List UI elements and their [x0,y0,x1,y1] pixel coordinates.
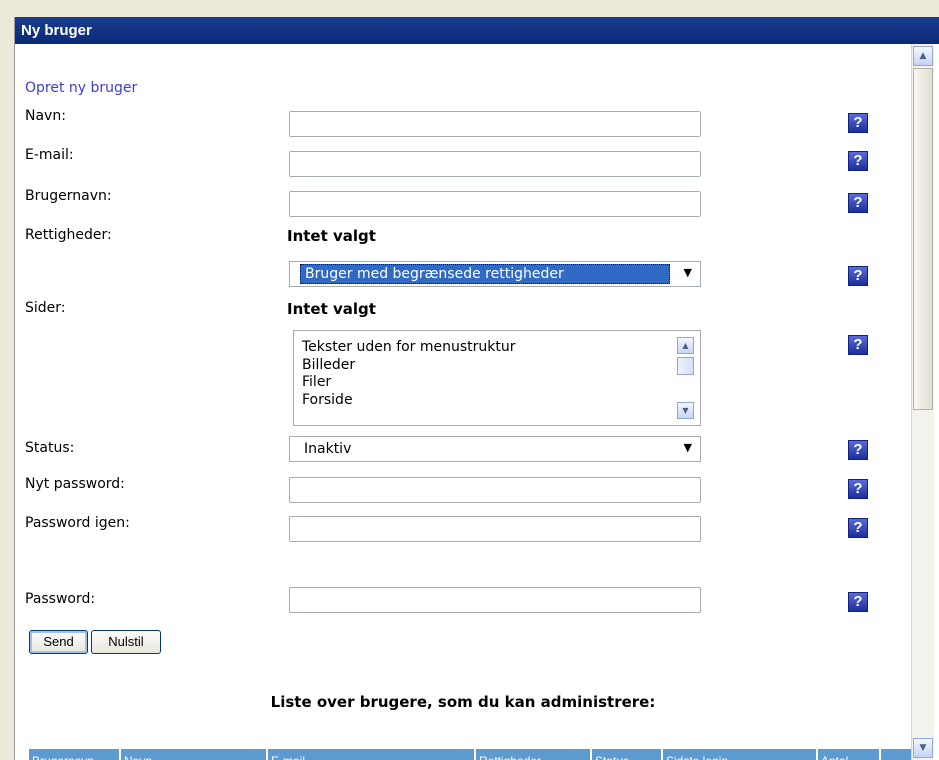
help-status-icon[interactable]: ? [848,440,868,460]
brugernavn-input[interactable] [289,191,701,217]
status-selected: Inaktiv [304,441,352,457]
help-password-icon[interactable]: ? [848,592,868,612]
dropdown-arrow-icon: ▼ [683,266,692,279]
col-antal[interactable]: Antal [818,749,881,760]
help-nyt-password-icon[interactable]: ? [848,479,868,499]
password-igen-label: Password igen: [25,515,130,531]
list-item[interactable]: Forside [302,392,353,409]
password-igen-input[interactable] [289,516,701,542]
scroll-down-icon[interactable]: ▼ [677,402,694,419]
nyt-password-label: Nyt password: [25,476,125,492]
brugernavn-label: Brugernavn: [25,188,112,204]
help-brugernavn-icon[interactable]: ? [848,193,868,213]
status-label: Status: [25,440,75,456]
password-label: Password: [25,591,96,607]
scroll-down-icon[interactable]: ▼ [913,738,933,758]
help-rettigheder-icon[interactable]: ? [848,266,868,286]
rettigheder-status: Intet valgt [287,227,376,245]
users-list-heading: Liste over brugere, som du kan administr… [270,693,656,711]
sider-status: Intet valgt [287,300,376,318]
navn-label: Navn: [25,108,66,124]
scroll-up-icon[interactable]: ▲ [913,46,933,66]
rettigheder-select[interactable]: Bruger med begrænsede rettigheder ▼ [289,261,701,287]
window: Ny bruger Opret ny bruger Navn: ? E-mail… [14,17,939,760]
help-navn-icon[interactable]: ? [848,113,868,133]
col-sidste-login[interactable]: Sidste login [663,749,818,760]
email-input[interactable] [289,151,701,177]
col-navn[interactable]: Navn [121,749,268,760]
list-item[interactable]: Billeder [302,357,355,374]
listbox-scroll-thumb[interactable] [677,357,694,375]
help-password-igen-icon[interactable]: ? [848,518,868,538]
listbox-scrollbar[interactable]: ▲ ▼ [677,337,694,419]
col-status[interactable]: Status [592,749,663,760]
send-button[interactable]: Send [29,630,88,654]
navn-input[interactable] [289,111,701,137]
sider-label: Sider: [25,300,66,316]
col-email[interactable]: E-mail [268,749,476,760]
users-table-header: Brugernavn Navn E-mail Rettigheder Statu… [29,749,911,760]
list-item[interactable]: Filer [302,374,331,391]
help-email-icon[interactable]: ? [848,151,868,171]
dropdown-arrow-icon: ▼ [683,441,692,454]
user-form: Opret ny bruger Navn: ? E-mail: ? Bruger… [15,44,911,760]
list-item[interactable]: Tekster uden for menustruktur [302,339,516,356]
nyt-password-input[interactable] [289,477,701,503]
col-brugernavn[interactable]: Brugernavn [29,749,121,760]
help-sider-icon[interactable]: ? [848,335,868,355]
col-rettigheder[interactable]: Rettigheder [476,749,592,760]
rettigheder-label: Rettigheder: [25,227,112,243]
form-subtitle: Opret ny bruger [25,80,138,96]
window-title: Ny bruger [15,17,939,44]
scroll-up-icon[interactable]: ▲ [677,337,694,354]
sider-listbox[interactable]: Tekster uden for menustruktur Billeder F… [293,330,701,426]
page-scrollbar[interactable]: ▲ ▼ [911,44,934,760]
status-select[interactable]: Inaktiv ▼ [289,436,701,462]
email-label: E-mail: [25,147,74,163]
scroll-thumb[interactable] [913,68,933,410]
password-input[interactable] [289,587,701,613]
reset-button[interactable]: Nulstil [91,630,161,654]
rettigheder-selected: Bruger med begrænsede rettigheder [300,264,670,284]
